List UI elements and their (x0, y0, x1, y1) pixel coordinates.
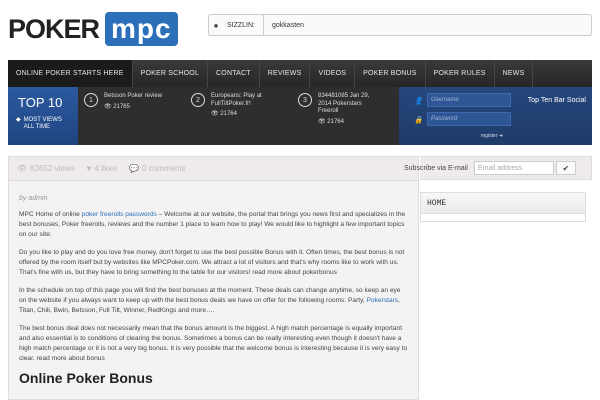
main-nav: ONLINE POKER STARTS HERE POKER SCHOOL CO… (8, 60, 592, 87)
article-heading: Online Poker Bonus (19, 370, 153, 386)
entry-views-count: 21764 (220, 111, 237, 117)
username-input[interactable]: 👤 Username (414, 93, 511, 107)
entry-views: 👁 21764 (211, 111, 262, 119)
entry-views-count: 21764 (327, 118, 344, 125)
entry-title: Betsson Poker review (104, 93, 163, 99)
comments-meta[interactable]: 💬 0 comments (129, 164, 186, 173)
entry-title-line2: FullTiltPoker.fr! (211, 100, 251, 107)
logo-mpc-badge: mpc (105, 12, 178, 46)
site-logo[interactable]: POKER mpc (8, 12, 178, 46)
entry-body: Betsson Poker review 👁 21765 (104, 93, 162, 139)
eye-icon: 👁 (211, 111, 219, 117)
entry-rank: 2 (191, 93, 205, 107)
nav-item-poker-rules[interactable]: POKER RULES (426, 60, 495, 87)
most-views-text: MOST VIEWS (23, 117, 62, 123)
pokerstars-link[interactable]: Pokerstars (367, 297, 399, 304)
entry-body: Europeans: Play at FullTiltPoker.fr! 👁 2… (211, 93, 262, 139)
fire-icon: ♠ (213, 20, 219, 30)
entry-rank: 3 (298, 93, 312, 107)
social-title: Top Ten Bar Social (527, 97, 586, 104)
sizzlin-label: SIZZLIN: (223, 15, 265, 35)
top10-title: TOP 10 (18, 95, 63, 110)
most-views-toggle[interactable]: ◆ MOST VIEWS ALL TIME (16, 117, 62, 131)
top10-entry[interactable]: 1 Betsson Poker review 👁 21765 (78, 87, 185, 145)
lock-icon: 🔒 (414, 117, 423, 124)
password-placeholder: Password (431, 116, 458, 122)
chevron-down-icon: ◆ (16, 117, 21, 123)
top10-band: TOP 10 ◆ MOST VIEWS ALL TIME 1 Betsson Po… (8, 87, 592, 145)
sidebar: Subscribe via E-mail Email address ✔ HOM… (404, 156, 592, 400)
page: POKER mpc ♠ SIZZLIN: gokkasten ONLINE PO… (0, 0, 600, 400)
nav-item-videos[interactable]: VIDEOS (310, 60, 356, 87)
sidebar-home-tab[interactable]: HOME (420, 192, 586, 214)
entry-title-line1: 834481085 Jan 29, (318, 93, 370, 99)
eye-icon: 👁 (17, 164, 28, 173)
likes-meta[interactable]: ♥ 4 likes (87, 164, 117, 173)
comment-icon: 💬 (129, 164, 140, 173)
username-placeholder: Username (431, 97, 459, 103)
entry-title-line1: Europeans: Play at (211, 93, 262, 99)
subscribe-bar: Subscribe via E-mail Email address ✔ (404, 156, 592, 180)
entry-views: 👁 21765 (104, 104, 162, 112)
article-paragraph: The best bonus deal does not necessarily… (19, 325, 408, 362)
email-input[interactable]: Email address (473, 161, 554, 175)
top10-entry[interactable]: 3 834481085 Jan 29, 2014 Pokerstars Free… (292, 87, 399, 145)
nav-item-poker-school[interactable]: POKER SCHOOL (133, 60, 209, 87)
header: POKER mpc ♠ SIZZLIN: gokkasten (0, 0, 600, 58)
logo-mpc-text: mpc (111, 13, 172, 44)
social-panel: Top Ten Bar Social (511, 87, 592, 145)
article-paragraph: MPC Home of online poker freerolls passw… (9, 210, 418, 240)
likes-count: 4 likes (94, 164, 118, 173)
sizzlin-ticker: ♠ SIZZLIN: gokkasten (208, 14, 592, 36)
user-icon: 👤 (414, 98, 423, 105)
p3-text-a: In the schedule on top of this page you … (19, 287, 401, 304)
entry-body: 834481085 Jan 29, 2014 Pokerstars Freero… (318, 93, 369, 139)
article-meta: 👁 83652 views ♥ 4 likes 💬 0 comments (9, 157, 418, 181)
eye-icon: 👁 (318, 118, 326, 125)
entry-title-line3: Freeroll (318, 108, 339, 114)
password-input[interactable]: 🔒 Password (414, 112, 511, 126)
heart-icon: ♥ (86, 164, 92, 173)
entry-rank: 1 (84, 93, 98, 107)
article: 👁 83652 views ♥ 4 likes 💬 0 comments by adm… (8, 156, 419, 400)
top10-selector[interactable]: TOP 10 ◆ MOST VIEWS ALL TIME (8, 87, 78, 145)
nav-item-contact[interactable]: CONTACT (208, 60, 260, 87)
nav-item-online-poker-starts-here[interactable]: ONLINE POKER STARTS HERE (8, 60, 133, 87)
sidebar-home-panel (420, 214, 586, 222)
p1-text-a: MPC Home of online (19, 211, 82, 218)
top10-entries: 1 Betsson Poker review 👁 21765 2 Europea… (78, 87, 399, 145)
views-count: 83652 views (30, 164, 75, 173)
eye-icon: 👁 (104, 103, 112, 110)
comments-count: 0 comments (142, 164, 186, 173)
nav-item-news[interactable]: NEWS (495, 60, 534, 87)
all-time-text: ALL TIME (23, 124, 50, 130)
most-views-label: MOST VIEWS ALL TIME (24, 117, 62, 131)
poker-freerolls-passwords-link[interactable]: poker freerolls passwords (82, 211, 157, 218)
logo-poker-text: POKER (8, 13, 100, 44)
article-paragraph: Do you like to play and do you love free… (19, 249, 405, 276)
top10-entry[interactable]: 2 Europeans: Play at FullTiltPoker.fr! 👁… (185, 87, 292, 145)
entry-views-count: 21765 (113, 103, 130, 110)
entry-title-line2: 2014 Pokerstars (318, 100, 362, 107)
subscribe-submit-button[interactable]: ✔ (555, 161, 576, 175)
nav-item-reviews[interactable]: REVIEWS (260, 60, 311, 87)
login-panel: 👤 Username 🔒 Password register ➜ (399, 87, 511, 145)
register-link[interactable]: register ➜ (481, 133, 503, 139)
views-meta: 👁 83652 views (17, 164, 75, 173)
article-paragraph: In the schedule on top of this page you … (9, 286, 418, 316)
subscribe-label: Subscribe via E-mail (404, 164, 468, 172)
sizzlin-link[interactable]: gokkasten (264, 22, 304, 29)
nav-item-poker-bonus[interactable]: POKER BONUS (355, 60, 426, 87)
article-author: by admin (19, 195, 48, 202)
entry-views: 👁 21764 (318, 119, 369, 127)
